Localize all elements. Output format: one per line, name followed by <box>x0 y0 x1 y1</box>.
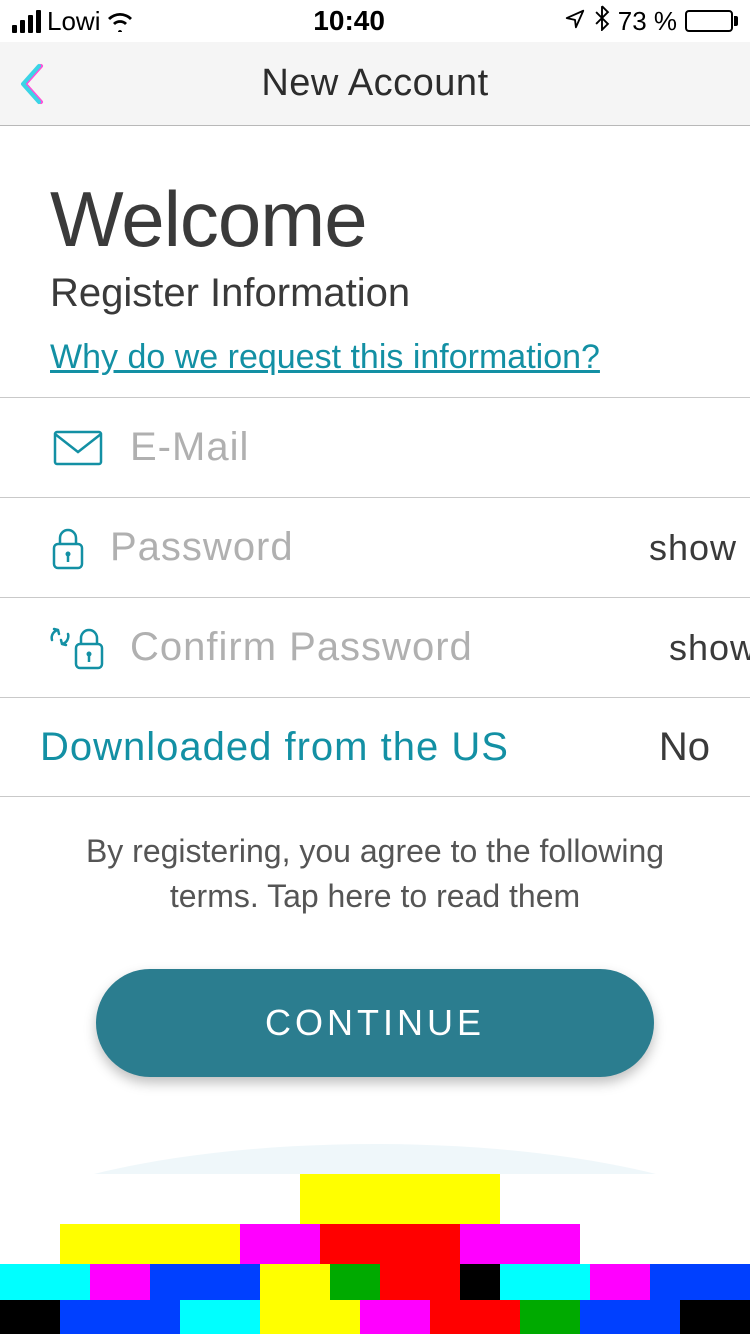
confirm-password-input[interactable] <box>130 625 645 670</box>
cellular-signal-icon <box>12 10 41 33</box>
status-right: 73 % <box>564 5 738 38</box>
downloaded-us-row[interactable]: Downloaded from the US No <box>0 697 750 797</box>
content: Welcome Register Information Why do we r… <box>0 126 750 1077</box>
carrier-label: Lowi <box>47 6 100 37</box>
terms-text[interactable]: By registering, you agree to the followi… <box>0 797 750 919</box>
page-title: New Account <box>261 62 488 105</box>
password-row: show <box>0 497 750 597</box>
status-time: 10:40 <box>313 5 385 37</box>
location-icon <box>564 6 586 37</box>
continue-button[interactable]: CONTINUE <box>96 969 654 1077</box>
password-input[interactable] <box>110 525 625 570</box>
mail-icon <box>50 430 106 466</box>
status-left: Lowi <box>12 6 134 37</box>
show-password-button[interactable]: show <box>649 527 737 569</box>
battery-icon <box>685 10 738 32</box>
back-button[interactable] <box>12 62 56 106</box>
lock-icon <box>50 526 86 570</box>
bluetooth-icon <box>594 5 610 38</box>
battery-percent-label: 73 % <box>618 6 677 37</box>
downloaded-us-value: No <box>659 725 710 770</box>
show-confirm-button[interactable]: show <box>669 627 750 669</box>
downloaded-us-label: Downloaded from the US <box>40 725 509 770</box>
email-input[interactable] <box>130 425 700 470</box>
continue-wrap: CONTINUE <box>0 919 750 1077</box>
confirm-password-row: show <box>0 597 750 697</box>
confirm-lock-icon <box>50 626 106 670</box>
email-row <box>0 397 750 497</box>
welcome-subtitle: Register Information <box>50 271 700 316</box>
wifi-icon <box>106 10 134 32</box>
welcome-block: Welcome Register Information Why do we r… <box>0 126 750 397</box>
bottom-decoration <box>0 1134 750 1334</box>
nav-header: New Account <box>0 42 750 126</box>
chevron-left-icon <box>19 62 49 106</box>
welcome-title: Welcome <box>50 174 700 265</box>
status-bar: Lowi 10:40 73 % <box>0 0 750 42</box>
why-request-link[interactable]: Why do we request this information? <box>50 338 600 377</box>
